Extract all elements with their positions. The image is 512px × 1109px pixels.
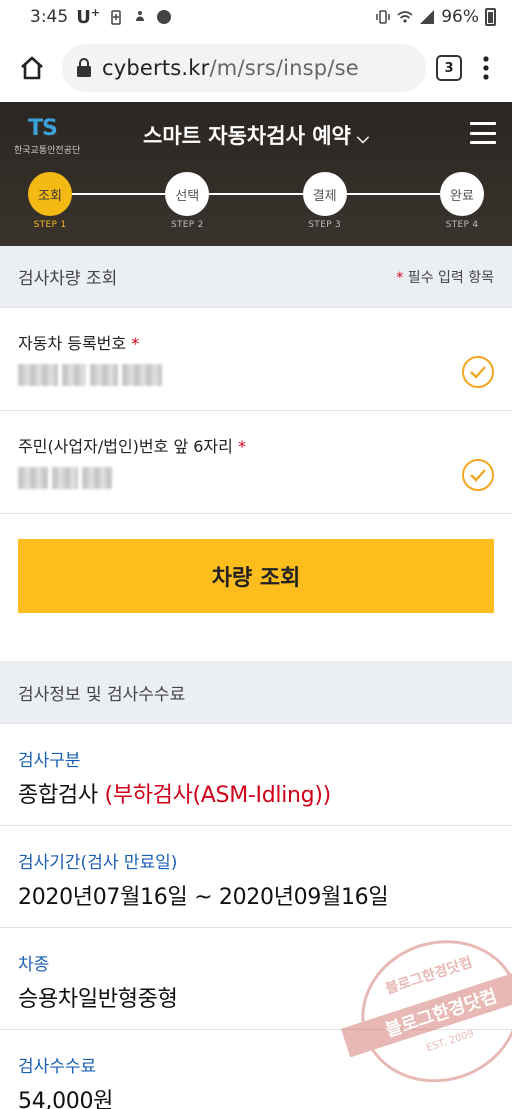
required-note: * 필수 입력 항목: [396, 269, 494, 286]
carrier-label: U+: [76, 6, 101, 28]
check-circle-icon: [462, 459, 494, 491]
status-time: 3:45: [30, 7, 69, 27]
chevron-down-icon: ⌵: [356, 128, 369, 147]
check-circle-icon: [462, 356, 494, 388]
step-connector-line: [72, 193, 440, 195]
address-bar[interactable]: cyberts.kr/m/srs/insp/se: [62, 44, 426, 92]
info-value: 2020년07월16일 ~ 2020년09월16일: [18, 885, 389, 910]
hamburger-menu-icon[interactable]: [470, 122, 496, 144]
status-bar: 3:45 U+ 96%: [0, 0, 512, 34]
step-indicator: 조회 STEP 1 선택 STEP 2 결제 STEP 3 완료 STEP 4: [28, 172, 484, 232]
service-title-dropdown[interactable]: 스마트 자동차검사 예약 ⌵: [0, 120, 512, 150]
info-key: 차종: [18, 955, 50, 975]
browser-toolbar: cyberts.kr/m/srs/insp/se 3: [0, 34, 512, 102]
battery-icon: [485, 8, 496, 26]
site-header: TS 한국교통안전공단 스마트 자동차검사 예약 ⌵ 조회 STEP 1 선택 S…: [0, 102, 512, 246]
notification-icon: [136, 11, 145, 21]
info-key: 검사기간(검사 만료일): [18, 853, 178, 873]
inspection-type-row: 검사구분 종합검사 (부하검사(ASM-Idling)): [0, 724, 512, 826]
info-value: 종합검사 (부하검사(ASM-Idling)): [18, 783, 331, 808]
vehicle-type-row: 차종 승용차일반형중형: [0, 928, 512, 1030]
info-section-header: 검사정보 및 검사수수료: [0, 662, 512, 724]
url-text: cyberts.kr/m/srs/insp/se: [102, 56, 359, 80]
lock-icon: [77, 58, 91, 77]
section-title: 검사차량 조회: [18, 269, 118, 289]
battery-percent: 96%: [441, 7, 479, 27]
step-2: 선택 STEP 2: [157, 172, 217, 230]
browser-menu-button[interactable]: [472, 48, 500, 88]
inspection-fee-row: 검사수수료 54,000원: [0, 1030, 512, 1109]
tab-switcher-button[interactable]: 3: [436, 55, 462, 81]
masked-input-value[interactable]: [18, 364, 494, 386]
step-1: 조회 STEP 1: [20, 172, 80, 230]
registration-number-field[interactable]: 자동차 등록번호 *: [0, 308, 512, 411]
step-4: 완료 STEP 4: [432, 172, 492, 230]
field-label: 자동차 등록번호 *: [18, 334, 140, 353]
inspection-period-row: 검사기간(검사 만료일) 2020년07월16일 ~ 2020년09월16일: [0, 826, 512, 928]
lookup-button-wrap: 차량 조회: [0, 514, 512, 662]
home-button[interactable]: [12, 48, 52, 88]
info-key: 검사구분: [18, 751, 81, 771]
vibrate-icon: [376, 10, 390, 24]
info-value: 승용차일반형중형: [18, 987, 178, 1012]
section-title: 검사정보 및 검사수수료: [18, 685, 186, 705]
home-icon: [21, 56, 43, 80]
resident-number-field[interactable]: 주민(사업자/법인)번호 앞 6자리 *: [0, 411, 512, 514]
field-label: 주민(사업자/법인)번호 앞 6자리 *: [18, 437, 246, 456]
lookup-section-header: 검사차량 조회 * 필수 입력 항목: [0, 246, 512, 308]
signal-icon: [420, 10, 435, 24]
battery-saver-icon: [111, 10, 121, 25]
wifi-icon: [397, 11, 413, 23]
more-vert-icon: [483, 56, 489, 80]
masked-input-value[interactable]: [18, 467, 494, 489]
vehicle-lookup-button[interactable]: 차량 조회: [18, 539, 494, 613]
chat-icon: [157, 10, 172, 24]
step-3: 결제 STEP 3: [295, 172, 355, 230]
info-value: 54,000원: [18, 1089, 114, 1109]
info-key: 검사수수료: [18, 1057, 97, 1077]
